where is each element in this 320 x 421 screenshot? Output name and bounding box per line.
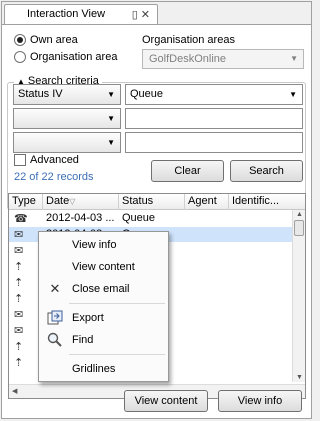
organisation-areas-select[interactable]: GolfDeskOnline ▼ bbox=[142, 49, 304, 69]
menu-item-label: Gridlines bbox=[72, 363, 116, 375]
clear-button[interactable]: Clear bbox=[151, 160, 224, 182]
sort-descending-icon: ▽ bbox=[69, 197, 76, 206]
criteria-field-select-2[interactable]: ▼ bbox=[13, 108, 121, 129]
organisation-areas-label: Organisation areas bbox=[142, 34, 235, 46]
organisation-areas-value: GolfDeskOnline bbox=[149, 53, 227, 65]
cell-status: Queue bbox=[122, 212, 156, 224]
scrollbar-thumb[interactable] bbox=[294, 220, 304, 236]
menu-item-close-email[interactable]: ✕ Close email bbox=[39, 279, 168, 300]
criteria-value-input-2[interactable] bbox=[125, 108, 303, 129]
criteria-value-input-3[interactable] bbox=[125, 132, 303, 153]
column-header-date[interactable]: Date▽ bbox=[43, 194, 119, 210]
table-header: Type Date▽ Status Agent Identific... bbox=[9, 194, 305, 210]
column-header-identification[interactable]: Identific... bbox=[229, 194, 305, 210]
own-area-label: Own area bbox=[30, 34, 78, 46]
close-email-icon: ✕ bbox=[49, 281, 61, 296]
organisation-area-radio-row[interactable]: Organisation area bbox=[14, 51, 117, 63]
panel-tabbar: Interaction View ▯✕ bbox=[2, 2, 311, 24]
table-vertical-scrollbar[interactable]: ▲ ▼ bbox=[292, 210, 305, 382]
own-area-radio-row[interactable]: Own area bbox=[14, 34, 78, 46]
phone-icon: ☎ bbox=[14, 213, 28, 225]
menu-item-export[interactable]: Export bbox=[39, 308, 168, 329]
menu-item-label: Close email bbox=[72, 283, 130, 295]
chevron-down-icon: ▼ bbox=[107, 90, 115, 99]
menu-separator bbox=[69, 354, 165, 355]
column-header-status[interactable]: Status bbox=[119, 194, 185, 210]
column-header-type[interactable]: Type bbox=[9, 194, 43, 210]
own-area-radio[interactable] bbox=[14, 34, 26, 46]
search-button[interactable]: Search bbox=[230, 160, 303, 182]
menu-item-label: Export bbox=[72, 312, 104, 324]
column-header-date-label: Date bbox=[46, 195, 70, 207]
chevron-down-icon: ▼ bbox=[290, 54, 298, 63]
tab-interaction-view[interactable]: Interaction View ▯✕ bbox=[4, 4, 158, 24]
menu-item-label: View info bbox=[72, 239, 117, 251]
close-icon[interactable]: ✕ bbox=[141, 9, 153, 21]
advanced-label: Advanced bbox=[30, 154, 79, 166]
criteria-value-select-1[interactable]: Queue ▼ bbox=[125, 84, 303, 105]
advanced-checkbox[interactable] bbox=[14, 154, 26, 166]
menu-item-label: Find bbox=[72, 334, 94, 346]
records-count: 22 of 22 records bbox=[14, 171, 94, 183]
context-menu: View info View content ✕ Close email Exp… bbox=[38, 231, 169, 382]
organisation-area-label: Organisation area bbox=[30, 51, 118, 63]
pin-icon[interactable]: ▯ bbox=[132, 9, 141, 21]
chevron-down-icon: ▼ bbox=[107, 114, 115, 123]
tab-title: Interaction View bbox=[27, 8, 106, 20]
criteria-field-value-1: Status IV bbox=[18, 88, 63, 100]
export-icon bbox=[46, 310, 64, 327]
advanced-checkbox-row[interactable]: Advanced bbox=[14, 154, 79, 166]
view-info-button[interactable]: View info bbox=[218, 390, 302, 412]
cell-date: 2012-04-03 ... bbox=[46, 212, 115, 224]
chevron-down-icon: ▼ bbox=[107, 138, 115, 147]
scroll-down-icon[interactable]: ▼ bbox=[296, 374, 303, 381]
menu-item-label: View content bbox=[72, 261, 135, 273]
menu-item-find[interactable]: Find bbox=[39, 330, 168, 351]
chevron-down-icon: ▼ bbox=[289, 90, 297, 99]
column-header-agent[interactable]: Agent bbox=[185, 194, 229, 210]
view-content-button[interactable]: View content bbox=[124, 390, 208, 412]
menu-item-view-content[interactable]: View content bbox=[39, 257, 168, 278]
menu-item-gridlines[interactable]: Gridlines bbox=[39, 359, 168, 380]
criteria-value-1: Queue bbox=[130, 88, 164, 100]
organisation-area-radio[interactable] bbox=[14, 51, 26, 63]
criteria-field-select-3[interactable]: ▼ bbox=[13, 132, 121, 153]
menu-separator bbox=[69, 303, 165, 304]
scroll-up-icon[interactable]: ▲ bbox=[296, 211, 303, 218]
find-icon bbox=[46, 332, 64, 349]
table-row[interactable]: ☎ 2012-04-03 ... Queue bbox=[9, 211, 293, 226]
menu-item-view-info[interactable]: View info bbox=[39, 235, 168, 256]
criteria-field-select-1[interactable]: Status IV ▼ bbox=[13, 84, 121, 105]
scroll-left-icon[interactable]: ◀ bbox=[12, 387, 17, 395]
